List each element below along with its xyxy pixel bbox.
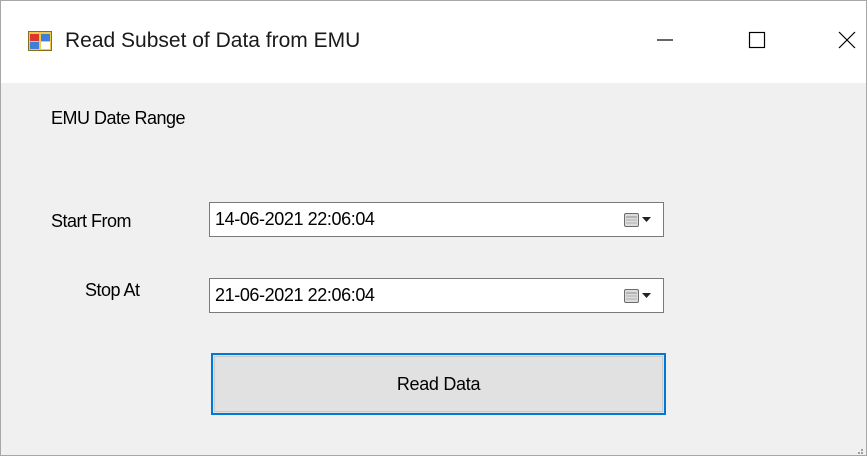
- stop-date-value[interactable]: 21-06-2021 22:06:04: [215, 285, 375, 306]
- windows-form-icon: [28, 31, 52, 51]
- start-date-value[interactable]: 14-06-2021 22:06:04: [215, 209, 375, 230]
- stop-at-label: Stop At: [85, 280, 140, 300]
- close-icon: [836, 29, 858, 56]
- calendar-dropdown-icon[interactable]: [619, 210, 655, 230]
- read-data-label: Read Data: [396, 373, 481, 394]
- maximize-icon: [747, 30, 767, 55]
- title-bar[interactable]: Read Subset of Data from EMU: [1, 1, 866, 83]
- calendar-dropdown-icon[interactable]: [619, 286, 655, 306]
- minimize-icon: [655, 30, 675, 55]
- resize-grip-icon[interactable]: [855, 444, 863, 454]
- start-date-picker[interactable]: 14-06-2021 22:06:04: [209, 202, 664, 237]
- start-from-label: Start From: [51, 211, 132, 231]
- minimize-button[interactable]: [619, 1, 711, 83]
- window-title: Read Subset of Data from EMU: [65, 29, 361, 52]
- form-client-area: EMU Date Range Start From 14-06-2021 22:…: [1, 83, 866, 455]
- close-button[interactable]: [801, 1, 866, 83]
- dialog-window: Read Subset of Data from EMU EMU Date Ra…: [0, 0, 867, 456]
- stop-date-picker[interactable]: 21-06-2021 22:06:04: [209, 278, 664, 313]
- read-data-button[interactable]: Read Data: [211, 353, 666, 415]
- date-range-label: EMU Date Range: [51, 108, 186, 128]
- maximize-button[interactable]: [711, 1, 803, 83]
